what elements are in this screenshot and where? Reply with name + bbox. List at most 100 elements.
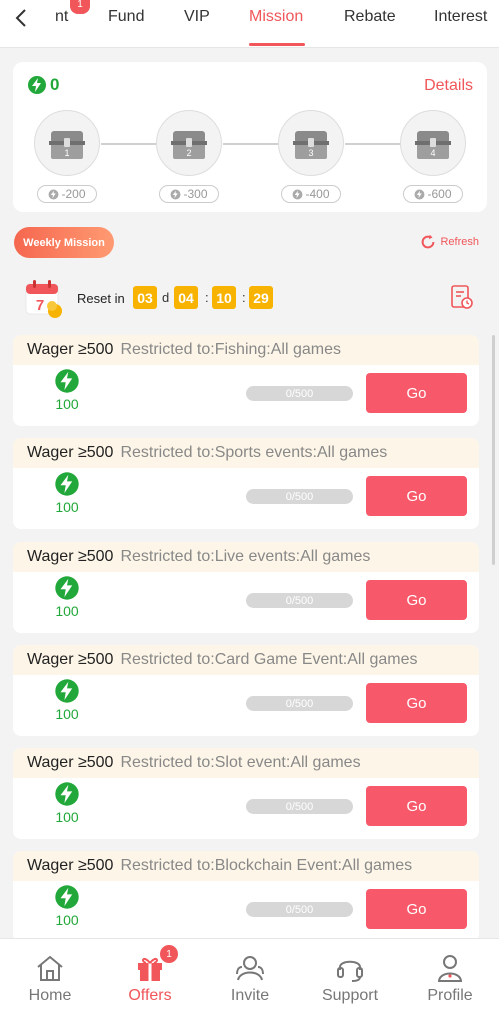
nav-invite[interactable]: Invite: [205, 953, 295, 1005]
nav-support[interactable]: Support: [305, 953, 395, 1005]
mission-title: Wager ≥500: [27, 444, 114, 461]
tab-notification-badge: 1: [70, 0, 90, 14]
mission-progress-bar: 0/500: [246, 593, 353, 608]
details-link[interactable]: Details: [424, 77, 473, 95]
reset-label: Reset in: [77, 291, 125, 306]
mission-card: Wager ≥500 Restricted to:Blockchain Even…: [13, 851, 479, 942]
countdown-separator: :: [242, 290, 246, 305]
back-arrow-icon[interactable]: [10, 6, 34, 30]
mission-title: Wager ≥500: [27, 341, 114, 358]
go-button[interactable]: Go: [366, 786, 467, 826]
nav-offers[interactable]: 1 Offers: [105, 944, 195, 1005]
go-button[interactable]: Go: [366, 373, 467, 413]
refresh-icon: [422, 234, 435, 249]
mission-reward-value: 100: [55, 603, 79, 619]
activity-points: 0: [27, 75, 59, 95]
person-icon: [437, 955, 463, 982]
mission-progress-text: 0/500: [285, 697, 314, 710]
nav-label: Invite: [230, 987, 270, 1004]
refresh-label: Refresh: [440, 236, 479, 248]
tab-vip[interactable]: VIP: [184, 8, 210, 26]
chest-requirement-value: -300: [183, 187, 208, 201]
go-button[interactable]: Go: [366, 580, 467, 620]
mission-progress-bar: 0/500: [246, 489, 353, 504]
mission-reward-value: 100: [55, 809, 79, 825]
bolt-icon: [55, 472, 79, 496]
calendar-icon: 7: [25, 280, 62, 318]
bolt-icon: [55, 576, 79, 600]
chest-connector: [345, 143, 401, 145]
headset-icon: [337, 960, 363, 982]
mission-restriction: Restricted to:Fishing:All games: [120, 341, 341, 358]
countdown-separator: :: [205, 290, 209, 305]
mission-progress-bar: 0/500: [246, 799, 353, 814]
nav-home[interactable]: Home: [5, 953, 95, 1005]
mission-title: Wager ≥500: [27, 651, 114, 668]
home-indicator: [0, 1016, 499, 1024]
offers-badge: 1: [159, 944, 179, 964]
nav-label: Profile: [427, 987, 473, 1004]
mission-header: Wager ≥500 Restricted to:Card Game Event…: [13, 645, 479, 675]
tab-nt[interactable]: nt: [55, 8, 68, 26]
bolt-icon: [171, 189, 181, 199]
home-icon: [37, 955, 63, 981]
mission-restriction: Restricted to:Sports events:All games: [120, 444, 388, 461]
reset-countdown: 7 Reset in 03 d 04 : 10 : 29: [24, 278, 474, 318]
mission-reward: 100: [51, 884, 83, 928]
mission-reward: 100: [51, 471, 83, 515]
chest-requirement: -300: [159, 185, 219, 203]
go-button[interactable]: Go: [366, 683, 467, 723]
chest-4[interactable]: 4: [400, 110, 466, 176]
chest-3[interactable]: 3: [278, 110, 344, 176]
mission-title: Wager ≥500: [27, 857, 114, 874]
countdown-day-unit: d: [162, 290, 170, 305]
mission-restriction: Restricted to:Slot event:All games: [120, 754, 361, 771]
bolt-icon: [293, 189, 303, 199]
mission-reward-value: 100: [55, 912, 79, 928]
mission-reward: 100: [51, 781, 83, 825]
bolt-icon: [55, 679, 79, 703]
mission-header: Wager ≥500 Restricted to:Fishing:All gam…: [13, 335, 479, 365]
chest-requirement-value: -600: [427, 187, 452, 201]
mission-restriction: Restricted to:Live events:All games: [120, 548, 371, 565]
chest-1[interactable]: 1: [34, 110, 100, 176]
mission-restriction: Restricted to:Card Game Event:All games: [120, 651, 418, 668]
mission-title: Wager ≥500: [27, 754, 114, 771]
refresh-button[interactable]: Refresh: [419, 233, 479, 251]
mission-card: Wager ≥500 Restricted to:Fishing:All gam…: [13, 335, 479, 426]
history-record-icon[interactable]: [450, 284, 474, 310]
chest-2[interactable]: 2: [156, 110, 222, 176]
mission-progress-bar: 0/500: [246, 696, 353, 711]
mission-progress-text: 0/500: [285, 903, 314, 916]
go-button[interactable]: Go: [366, 476, 467, 516]
mission-card: Wager ≥500 Restricted to:Sports events:A…: [13, 438, 479, 529]
bolt-icon: [28, 76, 46, 94]
chest-number: 2: [186, 148, 191, 158]
mission-progress-text: 0/500: [285, 594, 314, 607]
invite-icon: [236, 956, 264, 981]
nav-profile[interactable]: Profile: [405, 953, 495, 1005]
tab-interest[interactable]: Interest: [434, 8, 487, 26]
points-value: 0: [50, 75, 60, 94]
go-button[interactable]: Go: [366, 889, 467, 929]
countdown-seconds: 29: [249, 286, 273, 309]
chest-progress-card: 0 Details 1 2 3 4 -200 -300 -400 -600: [13, 62, 487, 212]
tab-fund[interactable]: Fund: [108, 8, 144, 26]
mission-progress-bar: 0/500: [246, 902, 353, 917]
chest-connector: [101, 143, 157, 145]
scrollbar[interactable]: [492, 335, 495, 565]
mission-reward: 100: [51, 575, 83, 619]
mission-progress-text: 0/500: [285, 490, 314, 503]
nav-label: Offers: [128, 987, 172, 1004]
weekly-mission-tab[interactable]: Weekly Mission: [14, 227, 114, 258]
bolt-icon: [55, 782, 79, 806]
mission-header: Wager ≥500 Restricted to:Slot event:All …: [13, 748, 479, 778]
tab-rebate[interactable]: Rebate: [344, 8, 396, 26]
chest-number: 4: [430, 148, 435, 158]
tab-mission[interactable]: Mission: [249, 8, 303, 26]
countdown-minutes: 10: [212, 286, 236, 309]
chest-requirement: -400: [281, 185, 341, 203]
mission-reward-value: 100: [55, 396, 79, 412]
mission-card: Wager ≥500 Restricted to:Live events:All…: [13, 542, 479, 633]
treasure-chest-icon: 3: [293, 131, 329, 159]
